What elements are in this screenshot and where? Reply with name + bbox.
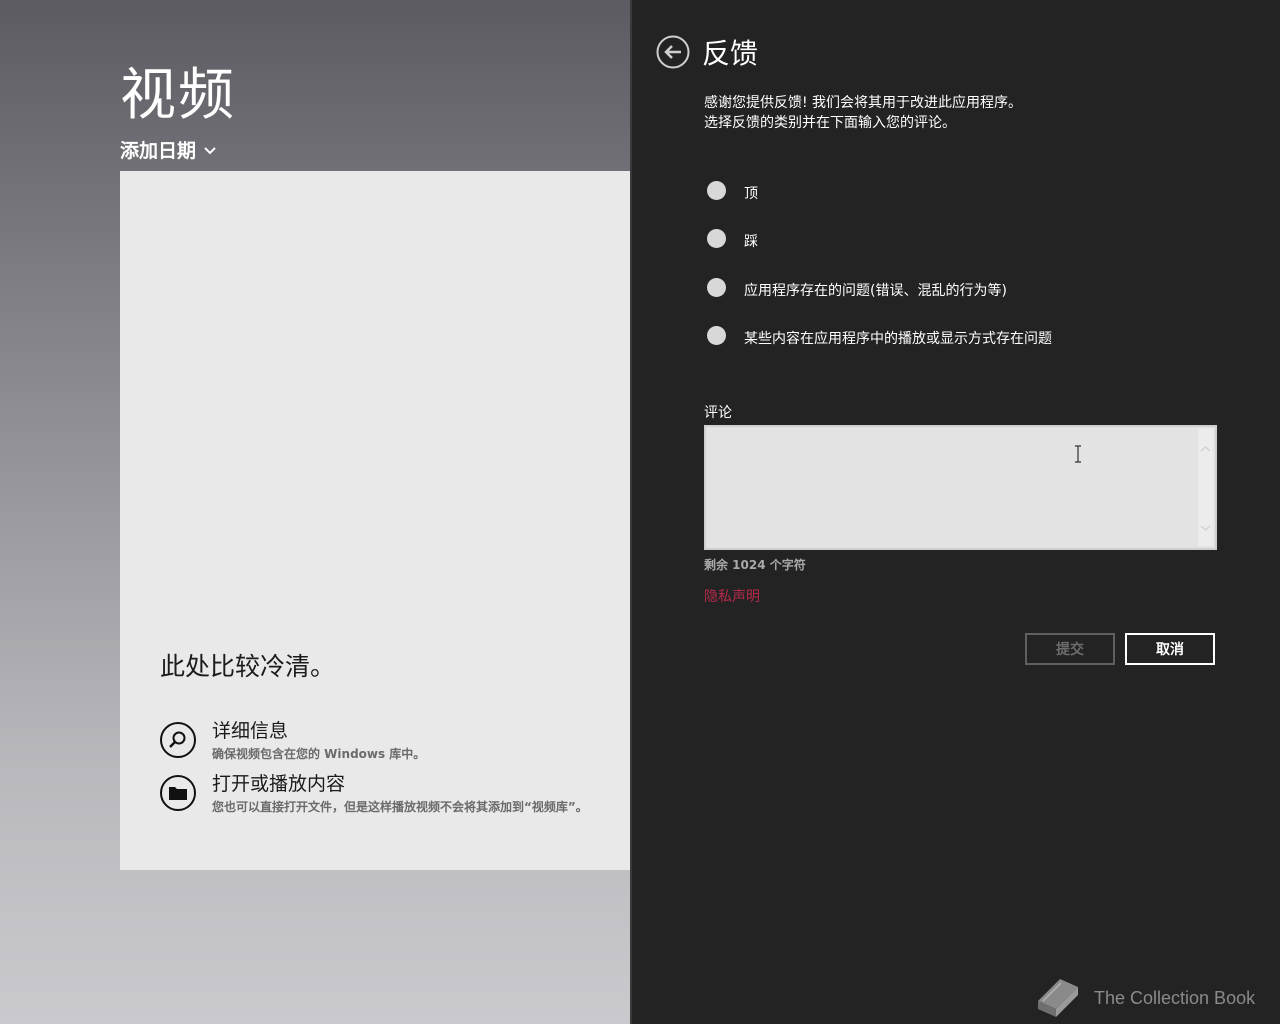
radio-label: 顶 bbox=[744, 186, 758, 202]
radio-label: 踩 bbox=[744, 234, 758, 250]
intro-line-1: 感谢您提供反馈! 我们会将其用于改进此应用程序。 bbox=[704, 95, 1023, 111]
hint-open-play[interactable]: 打开或播放内容 您也可以直接打开文件，但是这样播放视频不会将其添加到“视频库”。 bbox=[160, 772, 588, 815]
video-app: 视频 添加日期 此处比较冷清。 详细信息 确保视频包含在您的 Windows 库… bbox=[0, 0, 630, 1024]
hint-subtitle: 您也可以直接打开文件，但是这样播放视频不会将其添加到“视频库”。 bbox=[212, 800, 588, 814]
chevron-down-icon bbox=[204, 146, 216, 154]
privacy-link[interactable]: 隐私声明 bbox=[704, 586, 760, 606]
submit-button[interactable]: 提交 bbox=[1025, 633, 1115, 665]
hint-title: 打开或播放内容 bbox=[212, 773, 346, 795]
chars-remaining: 剩余 1024 个字符 bbox=[704, 558, 806, 572]
sort-label: 添加日期 bbox=[120, 140, 197, 162]
comment-label: 评论 bbox=[704, 405, 732, 421]
cancel-button[interactable]: 取消 bbox=[1125, 633, 1215, 665]
radio-option-app-problem[interactable]: 应用程序存在的问题(错误、混乱的行为等) bbox=[707, 274, 1007, 300]
back-arrow-icon bbox=[656, 35, 690, 69]
radio-button[interactable] bbox=[707, 228, 726, 248]
search-icon bbox=[160, 722, 196, 758]
radio-option-content-problem[interactable]: 某些内容在应用程序中的播放或显示方式存在问题 bbox=[707, 322, 1052, 348]
radio-label: 某些内容在应用程序中的播放或显示方式存在问题 bbox=[744, 331, 1052, 347]
intro-line-2: 选择反馈的类别并在下面输入您的评论。 bbox=[704, 115, 956, 131]
hint-subtitle: 确保视频包含在您的 Windows 库中。 bbox=[212, 747, 426, 761]
back-button[interactable] bbox=[656, 35, 690, 69]
scroll-down-icon[interactable] bbox=[1198, 522, 1213, 534]
book-icon bbox=[1038, 979, 1078, 1017]
sort-dropdown[interactable]: 添加日期 bbox=[120, 136, 216, 163]
watermark-text: The Collection Book bbox=[1094, 987, 1256, 1008]
scroll-up-icon[interactable] bbox=[1198, 443, 1213, 455]
folder-icon bbox=[160, 775, 196, 811]
app-title: 视频 bbox=[120, 63, 236, 128]
radio-option-like[interactable]: 顶 bbox=[707, 177, 758, 203]
flyout-title: 反馈 bbox=[702, 37, 759, 70]
radio-label: 应用程序存在的问题(错误、混乱的行为等) bbox=[744, 283, 1007, 299]
radio-button[interactable] bbox=[707, 325, 726, 345]
empty-state-panel: 此处比较冷清。 详细信息 确保视频包含在您的 Windows 库中。 打开或播放… bbox=[120, 171, 630, 870]
watermark: The Collection Book bbox=[1032, 975, 1255, 1021]
screen: 视频 添加日期 此处比较冷清。 详细信息 确保视频包含在您的 Windows 库… bbox=[0, 0, 1280, 1024]
empty-state-title: 此处比较冷清。 bbox=[160, 652, 336, 681]
radio-button[interactable] bbox=[707, 277, 726, 297]
comment-textarea[interactable] bbox=[704, 425, 1217, 550]
feedback-intro: 感谢您提供反馈! 我们会将其用于改进此应用程序。 选择反馈的类别并在下面输入您的… bbox=[704, 93, 1022, 133]
hint-details[interactable]: 详细信息 确保视频包含在您的 Windows 库中。 bbox=[160, 719, 425, 762]
comment-scrollbar[interactable] bbox=[1198, 429, 1213, 546]
radio-button[interactable] bbox=[707, 180, 726, 200]
radio-option-dislike[interactable]: 踩 bbox=[707, 225, 758, 251]
feedback-flyout: 反馈 感谢您提供反馈! 我们会将其用于改进此应用程序。 选择反馈的类别并在下面输… bbox=[630, 0, 1280, 1024]
text-cursor-icon bbox=[1075, 445, 1081, 463]
hint-title: 详细信息 bbox=[212, 720, 289, 742]
